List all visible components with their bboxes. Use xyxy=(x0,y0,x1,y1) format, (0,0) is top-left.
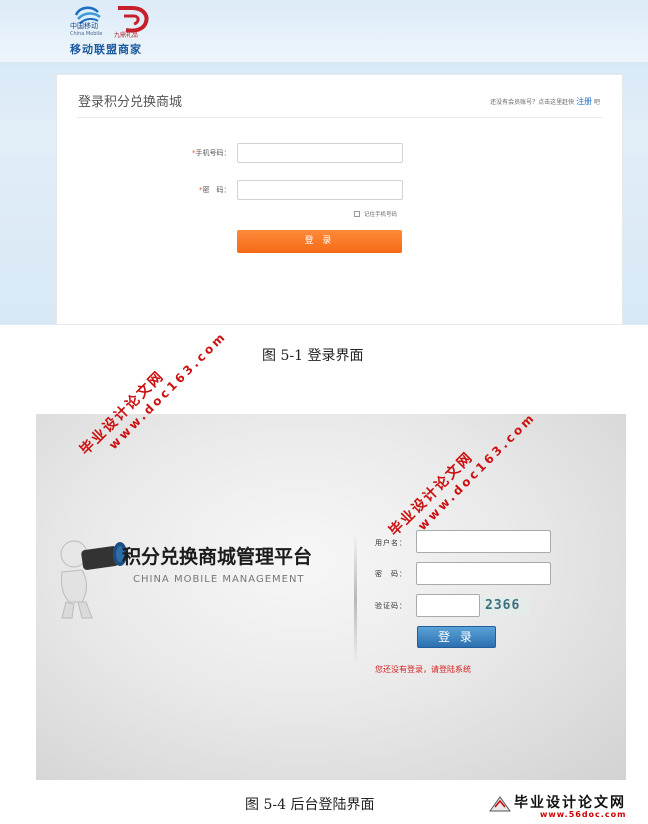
captcha-input[interactable] xyxy=(416,594,480,617)
login-button[interactable]: 登 录 xyxy=(237,230,402,253)
site-url: www.56doc.com xyxy=(540,810,627,819)
admin-login-button[interactable]: 登 录 xyxy=(417,626,496,648)
merchant-label: 移动联盟商家 xyxy=(70,43,142,56)
register-prompt: 还没有会员账号？点击这里赶快 注册 吧 xyxy=(490,96,600,107)
card-title: 登录积分兑换商城 xyxy=(78,95,183,110)
phone-label: *手机号码： xyxy=(192,149,231,157)
login-card: 登录积分兑换商城 还没有会员账号？点击这里赶快 注册 吧 *手机号码： *密 码… xyxy=(56,74,623,325)
error-message: 您还没有登录，请登陆系统 xyxy=(375,665,471,674)
platform-subtitle: CHINA MOBILE MANAGEMENT xyxy=(133,574,305,585)
site-logo-icon xyxy=(489,796,511,812)
jiuding-logo-text: 九鼎礼品 xyxy=(114,32,139,39)
china-mobile-cn: 中国移动 xyxy=(70,22,98,30)
register-link[interactable]: 注册 xyxy=(576,97,592,106)
remember-checkbox[interactable] xyxy=(354,211,360,217)
card-divider xyxy=(77,117,602,118)
figure-caption-5-4: 图 5-4 后台登陆界面 xyxy=(245,797,375,813)
figure-caption-5-1: 图 5-1 登录界面 xyxy=(262,348,364,364)
vertical-divider xyxy=(354,534,357,664)
mascot-telescope-icon xyxy=(60,540,127,619)
register-prompt-text: 还没有会员账号？点击这里赶快 xyxy=(490,99,575,106)
document-page: 中国移动 China Mobile 九鼎礼品 移动联盟商家 登录积分兑换商城 还… xyxy=(0,0,648,824)
captcha-label: 验证码： xyxy=(375,602,407,610)
password-input[interactable] xyxy=(237,180,403,200)
figure-login-screen: 中国移动 China Mobile 九鼎礼品 移动联盟商家 登录积分兑换商城 还… xyxy=(0,0,648,325)
platform-title: 积分兑换商城管理平台 xyxy=(122,546,313,568)
site-name: 毕业设计论文网 xyxy=(514,795,626,811)
admin-password-input[interactable] xyxy=(416,562,551,585)
register-suffix: 吧 xyxy=(593,99,600,106)
figure-admin-login-screen: 积分兑换商城管理平台 CHINA MOBILE MANAGEMENT 用户名： … xyxy=(36,414,626,780)
admin-password-label: 密 码： xyxy=(375,570,407,578)
remember-label: 记住手机号码 xyxy=(364,212,398,218)
username-input[interactable] xyxy=(416,530,551,553)
captcha-image[interactable]: 2366 xyxy=(482,597,530,615)
phone-input[interactable] xyxy=(237,143,403,163)
china-mobile-en: China Mobile xyxy=(70,31,103,37)
password-label: *密 码： xyxy=(199,186,231,194)
